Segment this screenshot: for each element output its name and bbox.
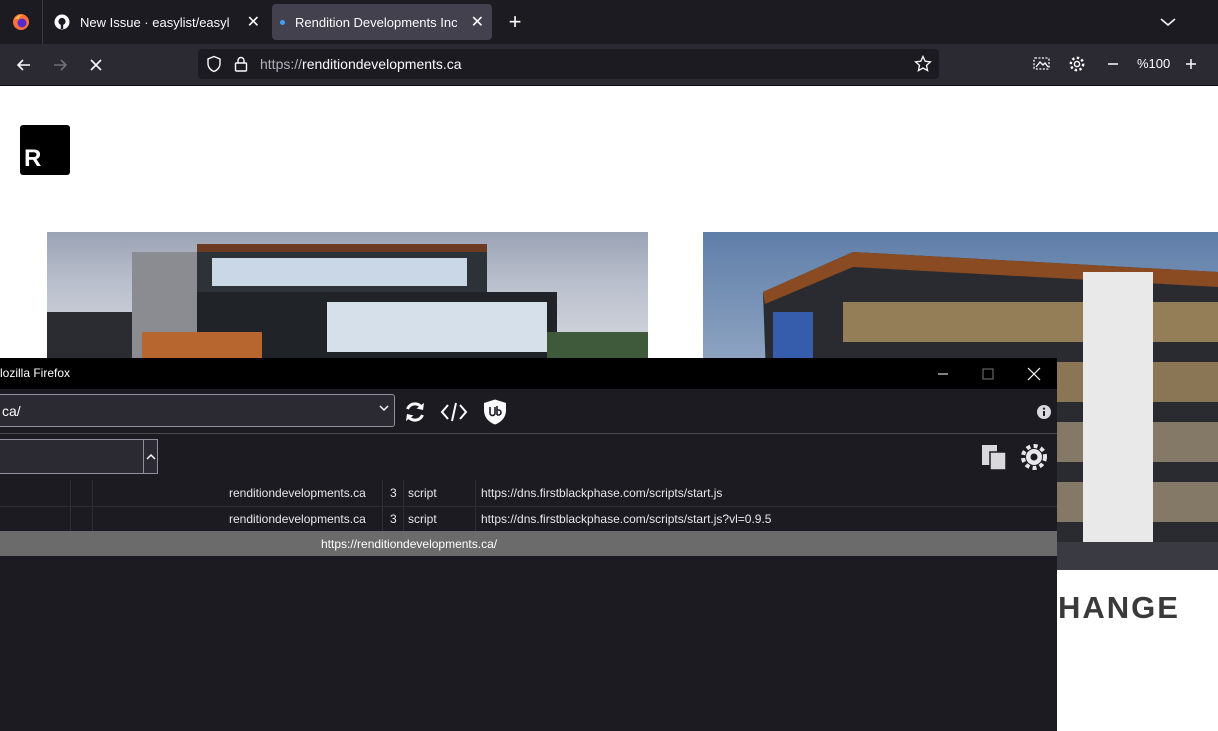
table-row[interactable]: renditiondevelopments.ca 3 script https:… bbox=[0, 480, 1057, 507]
row-party: 3 bbox=[390, 486, 397, 500]
forward-arrow-icon bbox=[54, 59, 68, 71]
site-logo[interactable]: R bbox=[20, 125, 70, 175]
dom-inspector-button[interactable] bbox=[440, 398, 468, 426]
close-tab-icon[interactable]: ✕ bbox=[247, 12, 260, 32]
filter-expand-button[interactable] bbox=[143, 440, 158, 473]
code-icon bbox=[440, 402, 468, 422]
settings-gear-icon[interactable] bbox=[1068, 55, 1086, 78]
bookmark-star-icon[interactable] bbox=[914, 54, 932, 78]
refresh-icon bbox=[406, 402, 424, 422]
tab-title: New Issue · easylist/easylist bbox=[80, 14, 230, 30]
page-url: https://renditiondevelopments.ca/ bbox=[321, 537, 498, 551]
headline-text: HANGE bbox=[1058, 590, 1180, 625]
logo-letter: R bbox=[24, 145, 42, 172]
firefox-icon bbox=[13, 14, 29, 30]
row-party: 3 bbox=[390, 512, 397, 526]
lock-icon[interactable] bbox=[233, 55, 249, 78]
firefox-view-button[interactable] bbox=[0, 0, 43, 44]
chevron-up-icon bbox=[146, 453, 156, 460]
row-type: script bbox=[408, 512, 437, 526]
table-row[interactable]: renditiondevelopments.ca 3 script https:… bbox=[0, 506, 1057, 533]
ublock-shield-icon bbox=[484, 399, 506, 425]
row-url: https://dns.firstblackphase.com/scripts/… bbox=[481, 486, 723, 500]
loading-dot-icon bbox=[280, 19, 285, 25]
page-separator-row[interactable]: https://renditiondevelopments.ca/ bbox=[0, 531, 1057, 556]
window-close-button[interactable] bbox=[1011, 358, 1057, 389]
stop-icon bbox=[90, 59, 102, 71]
url-scheme: https:// bbox=[260, 56, 303, 72]
chevron-down-icon bbox=[1160, 18, 1176, 27]
tab-title: Rendition Developments Inc. – | bbox=[295, 14, 457, 30]
zoom-in-button[interactable] bbox=[1182, 55, 1200, 78]
tab-bar: New Issue · easylist/easylist ✕ Renditio… bbox=[0, 0, 1218, 44]
tracking-protection-icon[interactable] bbox=[205, 55, 223, 78]
reload-button[interactable] bbox=[401, 398, 429, 426]
url-text[interactable]: https://renditiondevelopments.ca bbox=[260, 56, 462, 72]
settings-gear-icon[interactable] bbox=[1020, 443, 1048, 476]
tab-rendition[interactable]: Rendition Developments Inc. – | ✕ bbox=[272, 4, 492, 40]
list-all-tabs-button[interactable] bbox=[1156, 10, 1180, 34]
close-icon bbox=[1027, 367, 1041, 380]
screenshot-icon[interactable] bbox=[1032, 55, 1052, 78]
maximize-button[interactable] bbox=[965, 358, 1011, 389]
tab-selector[interactable] bbox=[0, 394, 395, 427]
ublock-dashboard-button[interactable] bbox=[481, 398, 509, 426]
row-domain: renditiondevelopments.ca bbox=[229, 512, 366, 526]
logger-window-title: lozilla Firefox bbox=[0, 366, 71, 380]
new-tab-button[interactable]: + bbox=[503, 10, 527, 34]
row-url: https://dns.firstblackphase.com/scripts/… bbox=[481, 512, 772, 526]
filter-input[interactable] bbox=[0, 439, 158, 474]
row-type: script bbox=[408, 486, 437, 500]
github-icon bbox=[54, 14, 70, 30]
tab-new-issue[interactable]: New Issue · easylist/easylist ✕ bbox=[46, 0, 268, 44]
minimize-button[interactable] bbox=[920, 358, 966, 389]
forward-button[interactable] bbox=[47, 52, 73, 78]
chevron-down-icon bbox=[378, 402, 390, 417]
logger-titlebar[interactable] bbox=[0, 358, 1057, 389]
maximize-icon bbox=[982, 368, 994, 379]
project-image-1[interactable] bbox=[47, 232, 648, 358]
info-icon[interactable] bbox=[1030, 398, 1058, 426]
back-arrow-icon bbox=[16, 59, 30, 71]
tab-selector-value: ca/ bbox=[2, 403, 21, 419]
clipboard-export-icon[interactable] bbox=[980, 443, 1008, 476]
url-host: renditiondevelopments.ca bbox=[302, 56, 462, 72]
zoom-level[interactable]: %100 bbox=[1137, 56, 1170, 71]
stop-button[interactable] bbox=[83, 52, 109, 78]
close-tab-icon[interactable]: ✕ bbox=[471, 12, 484, 32]
minimize-icon bbox=[938, 373, 948, 374]
row-domain: renditiondevelopments.ca bbox=[229, 486, 366, 500]
zoom-out-button[interactable] bbox=[1104, 55, 1122, 78]
back-button[interactable] bbox=[11, 52, 37, 78]
